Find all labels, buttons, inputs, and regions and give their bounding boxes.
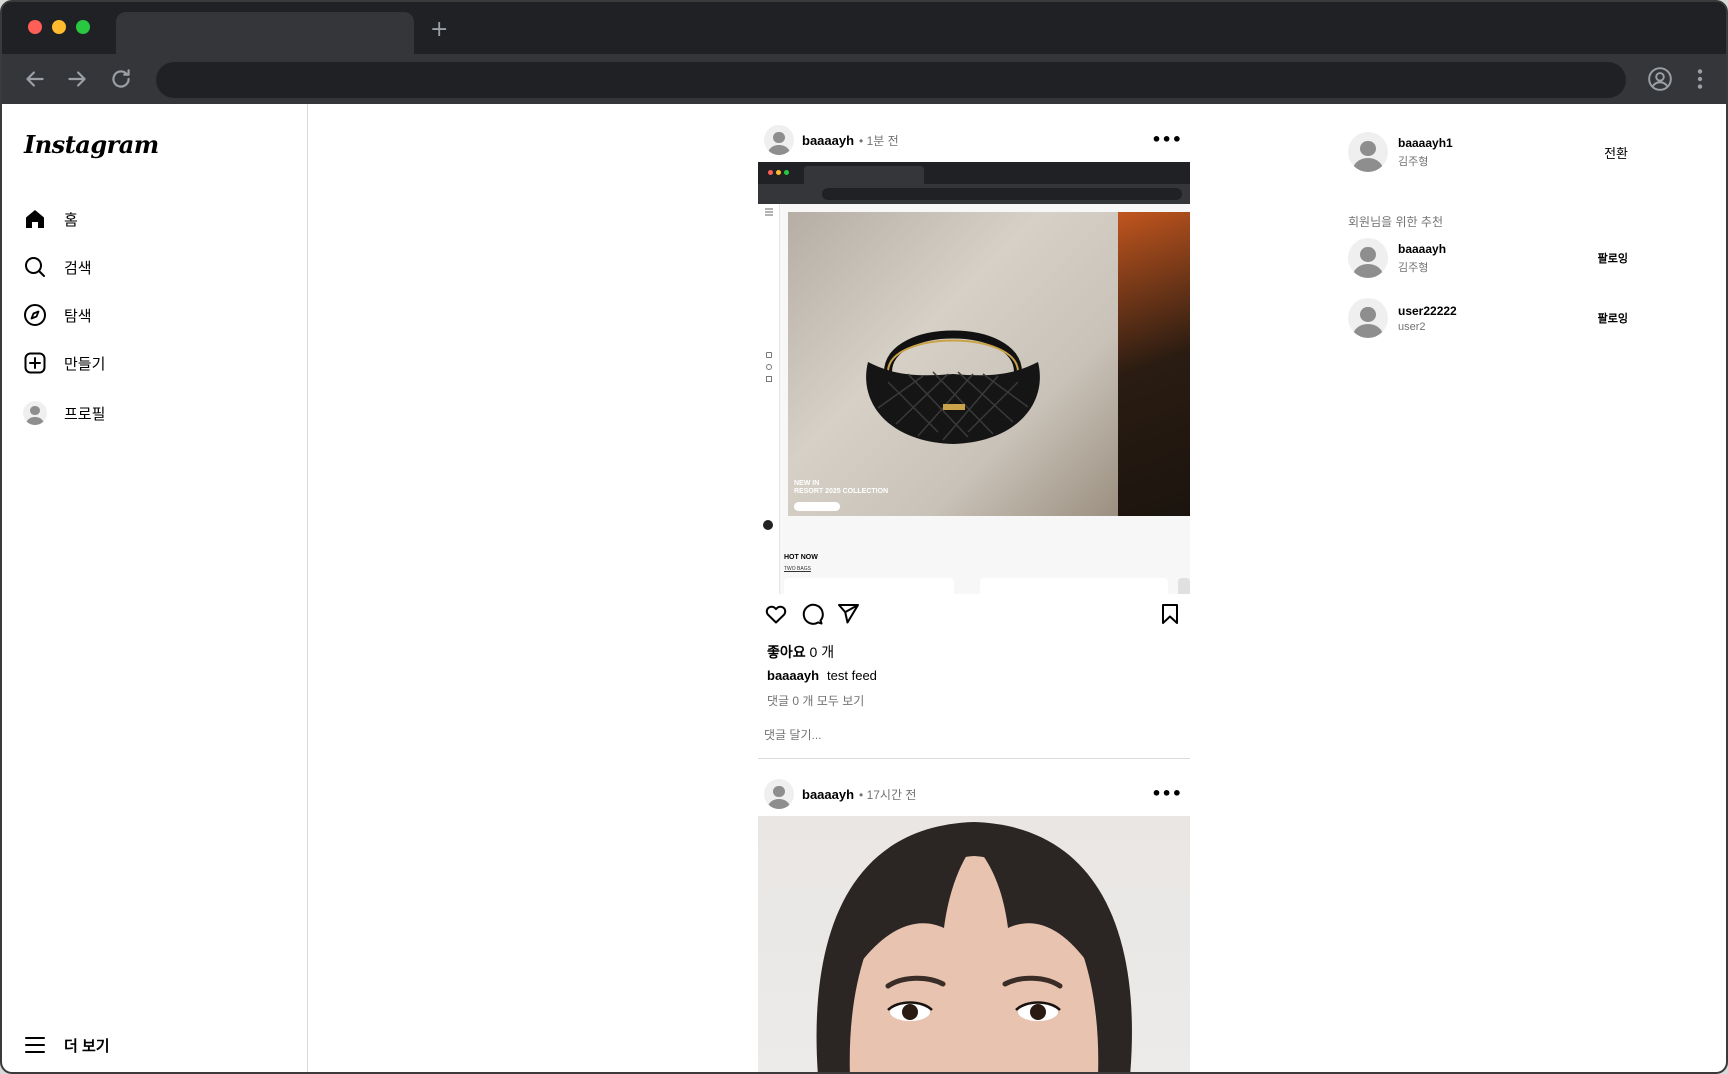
nav-item-explore[interactable]: 탐색 (22, 298, 92, 332)
nav-label-search: 검색 (64, 259, 92, 277)
profile-avatar-icon (22, 400, 48, 426)
embedded-page: NEW IN RESORT 2025 COLLECTION HOT NOW TW… (758, 204, 1190, 594)
feed: baaaayh • 1분 전 ••• NEW IN RESORT 2025 CO… (758, 104, 1190, 1072)
title-bar: + (2, 2, 1726, 54)
reload-icon[interactable] (108, 66, 134, 92)
address-bar[interactable] (156, 62, 1626, 98)
comment-input[interactable] (764, 724, 1184, 746)
post-avatar[interactable] (764, 125, 794, 155)
post-time: • 17시간 전 (859, 787, 917, 802)
post-username[interactable]: baaaayh (802, 133, 854, 148)
bookmark-icon[interactable] (1158, 602, 1182, 626)
browser-tab[interactable] (116, 12, 414, 54)
post-username[interactable]: baaaayh (802, 787, 854, 802)
following-button[interactable]: 팔로잉 (1598, 250, 1628, 266)
embedded-hot-sub: TWO BAGS (784, 566, 811, 572)
current-user-avatar[interactable] (1348, 132, 1388, 172)
suggestions-title: 회원님을 위한 추천 (1348, 215, 1443, 229)
share-icon[interactable] (836, 602, 860, 626)
embedded-hero-image: NEW IN RESORT 2025 COLLECTION (788, 212, 1118, 516)
post-header: baaaayh • 17시간 전 ••• (758, 772, 1190, 816)
back-arrow-icon[interactable] (22, 66, 48, 92)
following-button[interactable]: 팔로잉 (1598, 310, 1628, 326)
current-user-name: 김주형 (1398, 155, 1429, 168)
nav-label-more: 더 보기 (64, 1037, 110, 1055)
embedded-card (784, 578, 954, 594)
likes-count[interactable]: 좋아요 0 개 (767, 642, 834, 662)
embedded-card (980, 578, 1168, 594)
post-options-icon[interactable]: ••• (1151, 130, 1182, 149)
current-user-username[interactable]: baaaayh1 (1398, 136, 1453, 150)
caption-text: test feed (827, 668, 877, 683)
nav-item-home[interactable]: 홈 (22, 202, 78, 236)
browser-toolbar (2, 54, 1726, 104)
account-circle-icon[interactable] (1647, 66, 1673, 92)
post-time: • 1분 전 (859, 133, 899, 148)
home-icon (22, 206, 48, 232)
suggestion-username[interactable]: baaaayh (1398, 242, 1446, 256)
nav-label-create: 만들기 (64, 355, 106, 373)
instagram-logo[interactable]: Instagram (24, 130, 159, 159)
embedded-browser-toolbar (758, 184, 1190, 204)
plus-square-icon (22, 350, 48, 376)
maximize-window-button[interactable] (76, 20, 90, 34)
instagram-page: Instagram 홈 검색 탐색 만들기 프로필 더 보기 baaaayh •… (2, 104, 1726, 1072)
suggestion-name: user2 (1398, 320, 1426, 333)
forward-arrow-icon[interactable] (64, 66, 90, 92)
embedded-browser-titlebar (758, 162, 1190, 184)
embedded-hero-side-image (1118, 212, 1190, 516)
suggestion-name: 김주형 (1398, 261, 1429, 274)
post-avatar[interactable] (764, 779, 794, 809)
embedded-card (1178, 578, 1190, 594)
close-window-button[interactable] (28, 20, 42, 34)
nav-label-profile: 프로필 (64, 405, 106, 423)
nav-label-home: 홈 (64, 211, 78, 229)
view-comments-link[interactable]: 댓글 0 개 모두 보기 (767, 692, 864, 709)
post-caption: baaaayh test feed (767, 668, 877, 683)
heart-icon[interactable] (764, 602, 788, 626)
left-sidebar: Instagram 홈 검색 탐색 만들기 프로필 더 보기 (2, 104, 308, 1072)
embedded-hero-button (794, 502, 840, 511)
nav-item-more[interactable]: 더 보기 (22, 1028, 110, 1062)
suggestion-row: user22222 user2 팔로잉 (1348, 298, 1628, 338)
browser-window: + Instagram 홈 검색 탐색 만들기 프로필 더 보기 baaaayh… (0, 0, 1728, 1074)
post-divider (758, 758, 1190, 759)
kebab-menu-icon[interactable] (1694, 66, 1706, 92)
nav-item-search[interactable]: 검색 (22, 250, 92, 284)
post-header: baaaayh • 1분 전 ••• (758, 118, 1190, 162)
handbag-illustration (866, 330, 1040, 444)
embedded-sidebar (758, 204, 780, 594)
hamburger-menu-icon (22, 1032, 48, 1058)
compass-icon (22, 302, 48, 328)
post-image[interactable]: NEW IN RESORT 2025 COLLECTION HOT NOW TW… (758, 162, 1190, 594)
nav-label-explore: 탐색 (64, 307, 92, 325)
post-actions (758, 594, 1190, 634)
embedded-hot-now: HOT NOW (784, 554, 818, 561)
search-icon (22, 254, 48, 280)
current-user-row: baaaayh1 김주형 전환 (1348, 132, 1628, 172)
suggestion-row: baaaayh 김주형 팔로잉 (1348, 238, 1628, 278)
minimize-window-button[interactable] (52, 20, 66, 34)
portrait-illustration (816, 822, 1132, 1072)
nav-item-create[interactable]: 만들기 (22, 346, 105, 380)
embedded-hero-text: NEW IN RESORT 2025 COLLECTION (794, 480, 889, 495)
comment-icon[interactable] (800, 602, 824, 626)
suggestion-avatar[interactable] (1348, 238, 1388, 278)
caption-username[interactable]: baaaayh (767, 668, 819, 683)
new-tab-button[interactable]: + (430, 18, 448, 42)
right-panel: baaaayh1 김주형 전환 회원님을 위한 추천 baaaayh 김주형 팔… (1348, 104, 1628, 504)
switch-account-button[interactable]: 전환 (1604, 143, 1628, 162)
nav-item-profile[interactable]: 프로필 (22, 396, 105, 430)
post-image[interactable] (758, 816, 1190, 1072)
suggestion-avatar[interactable] (1348, 298, 1388, 338)
portrait-photo (758, 816, 1190, 1072)
post-options-icon[interactable]: ••• (1151, 784, 1182, 803)
suggestion-username[interactable]: user22222 (1398, 304, 1457, 318)
